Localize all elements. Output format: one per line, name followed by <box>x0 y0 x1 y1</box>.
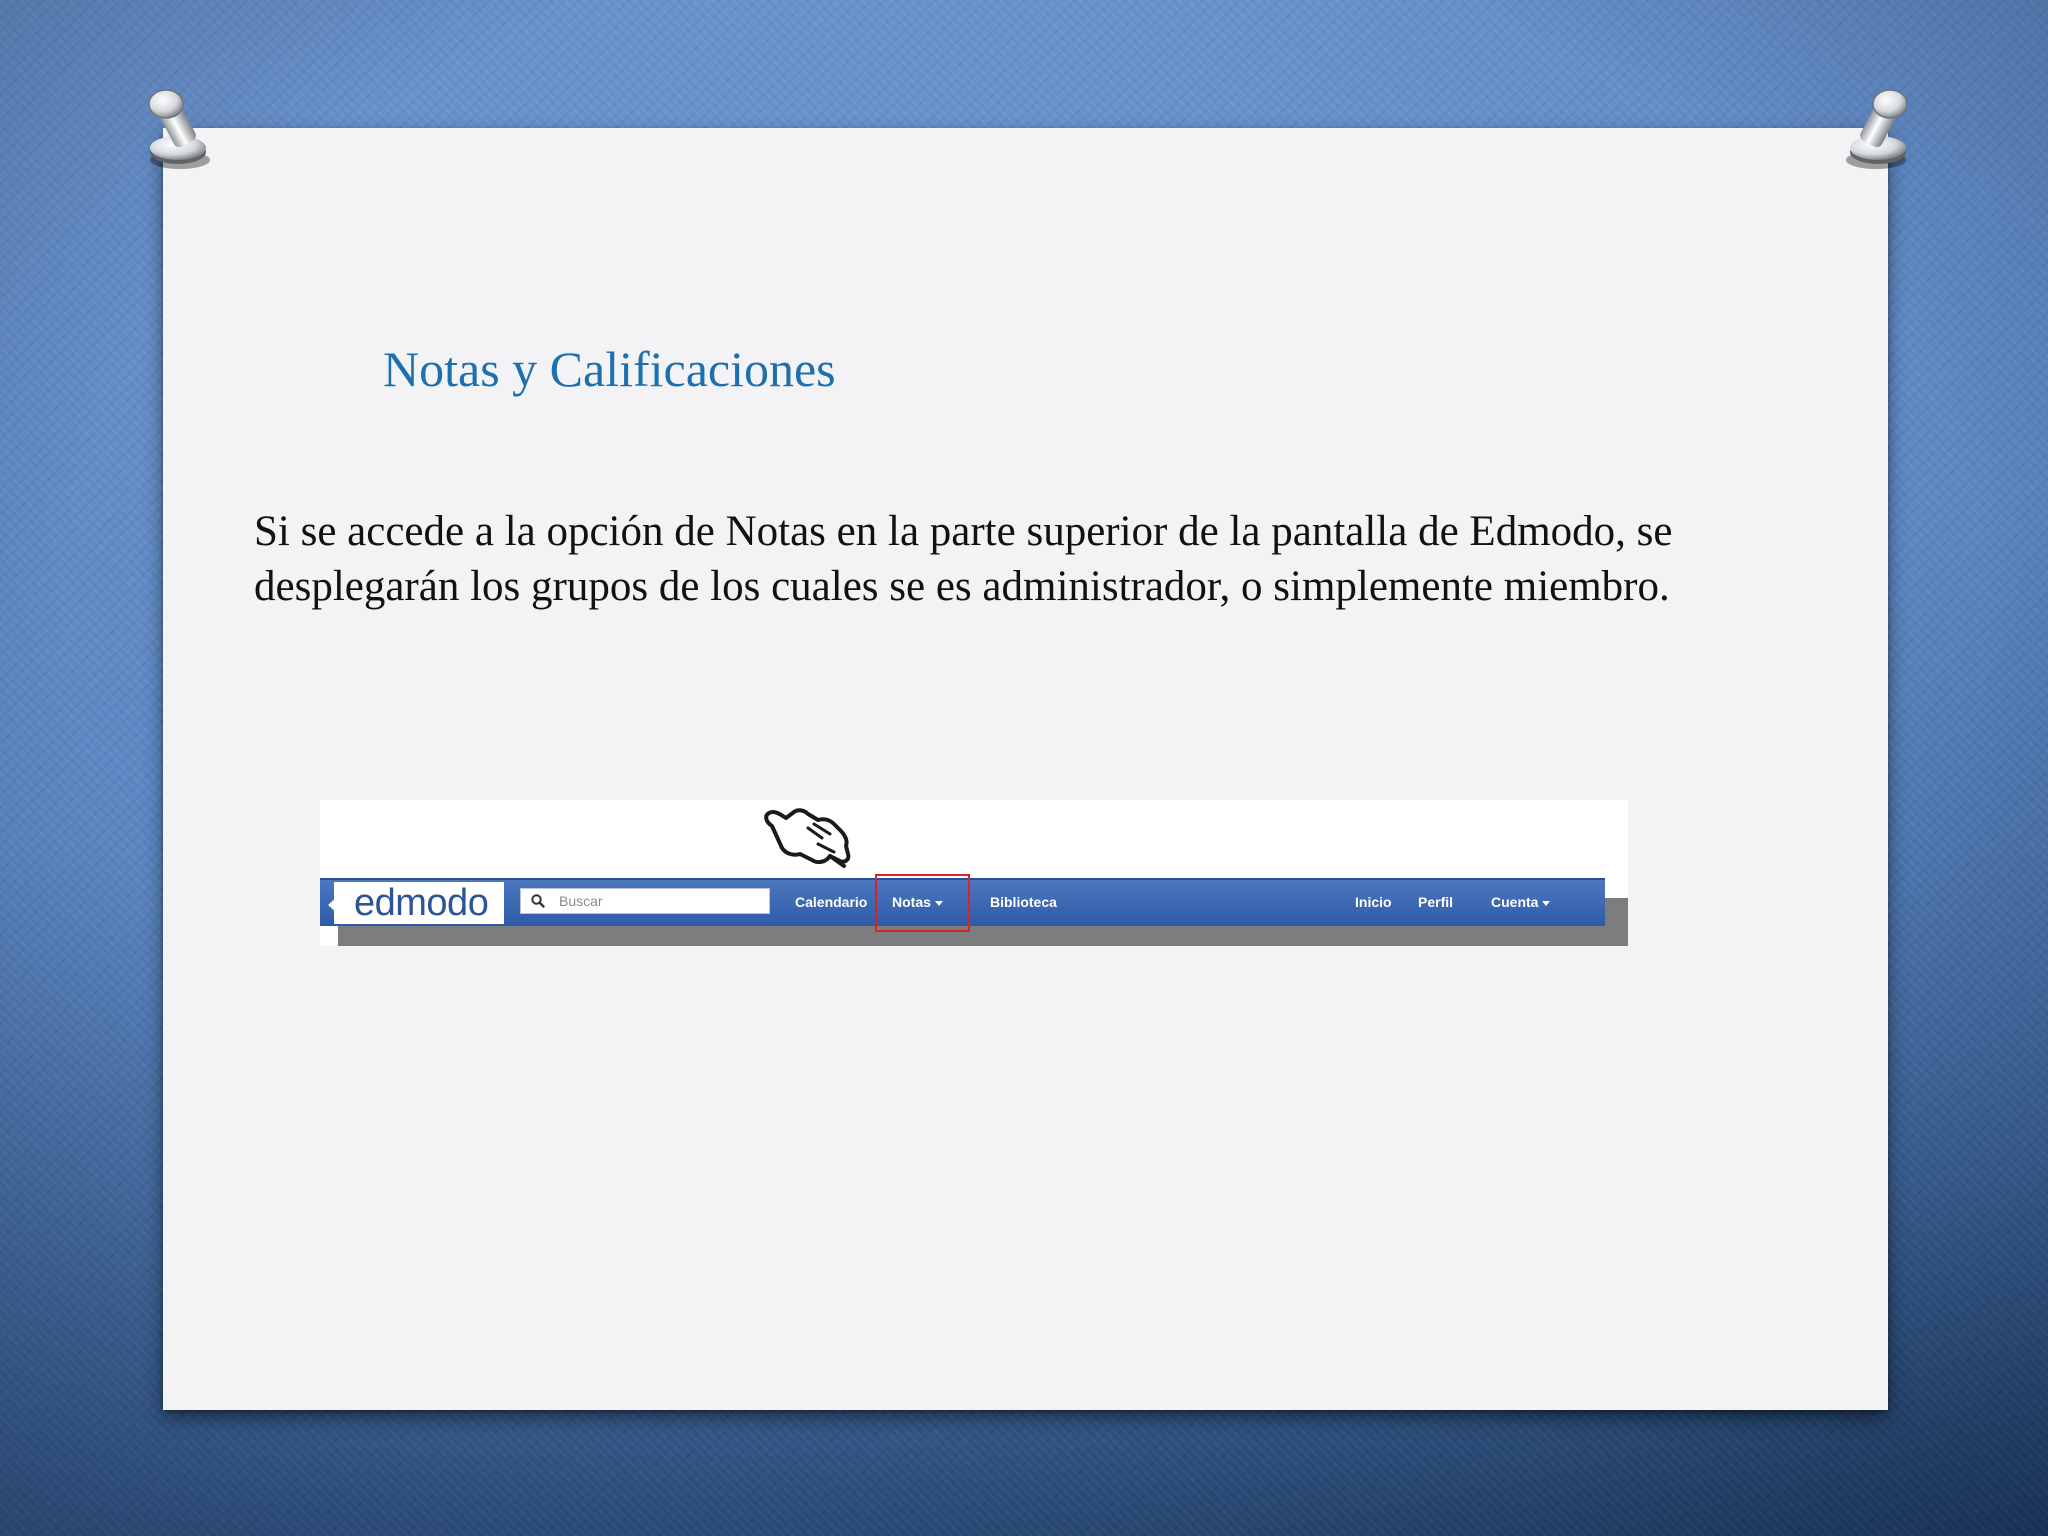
search-box[interactable] <box>520 888 770 914</box>
nav-perfil[interactable]: Perfil <box>1418 891 1453 913</box>
edmodo-screenshot: edmodo Calendario Notas Biblioteca Inici… <box>320 800 1628 946</box>
navbar-shadow-edge <box>1605 898 1628 946</box>
slide-card: Notas y Calificaciones Si se accede a la… <box>163 128 1888 1410</box>
pushpin-icon <box>148 89 210 169</box>
search-input[interactable] <box>559 889 759 913</box>
search-icon <box>531 894 545 908</box>
slide-title: Notas y Calificaciones <box>383 341 836 397</box>
nav-inicio[interactable]: Inicio <box>1355 891 1392 913</box>
edmodo-logo[interactable]: edmodo <box>334 882 504 924</box>
slide-body: Si se accede a la opción de Notas en la … <box>254 508 1673 610</box>
nav-cuenta[interactable]: Cuenta <box>1491 891 1551 913</box>
navbar-shadow <box>338 926 1628 946</box>
caret-down-icon <box>1542 900 1551 906</box>
nav-calendario[interactable]: Calendario <box>795 891 867 913</box>
nav-cuenta-label: Cuenta <box>1491 894 1539 910</box>
pushpin-icon <box>1846 89 1908 169</box>
pointing-hand-icon <box>764 808 851 868</box>
notas-highlight-box <box>875 874 970 932</box>
nav-biblioteca[interactable]: Biblioteca <box>990 891 1057 913</box>
